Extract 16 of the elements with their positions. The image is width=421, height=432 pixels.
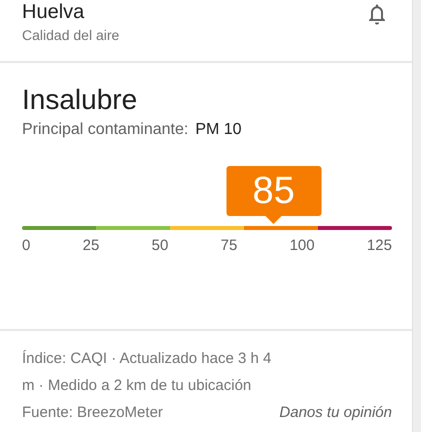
value-callout: 85	[226, 166, 322, 224]
scale-tick-label: 0	[22, 237, 30, 254]
scale-tick-label: 125	[366, 237, 392, 254]
feedback-link[interactable]: Danos tu opinión	[279, 399, 392, 426]
scale-tick-label: 75	[220, 237, 238, 254]
scale-tick-label: 50	[152, 237, 168, 254]
index-info-text: m · Medido a 2 km de tu ubicación	[22, 376, 252, 396]
scale-tick-label: 25	[82, 237, 100, 254]
air-quality-category: Insalubre	[22, 83, 138, 117]
location-title: Huelva	[22, 0, 86, 24]
source-text: Fuente: BreezoMeter	[22, 403, 163, 423]
pollutant-value: PM 10	[195, 120, 242, 140]
index-info-text: Índice: CAQI · Actualizado hace 3 h 4	[22, 349, 272, 369]
section-subtitle: Calidad del aire	[22, 26, 120, 45]
pollutant-label: Principal contaminante:	[22, 120, 188, 140]
scale-tick-label: 100	[290, 237, 315, 254]
